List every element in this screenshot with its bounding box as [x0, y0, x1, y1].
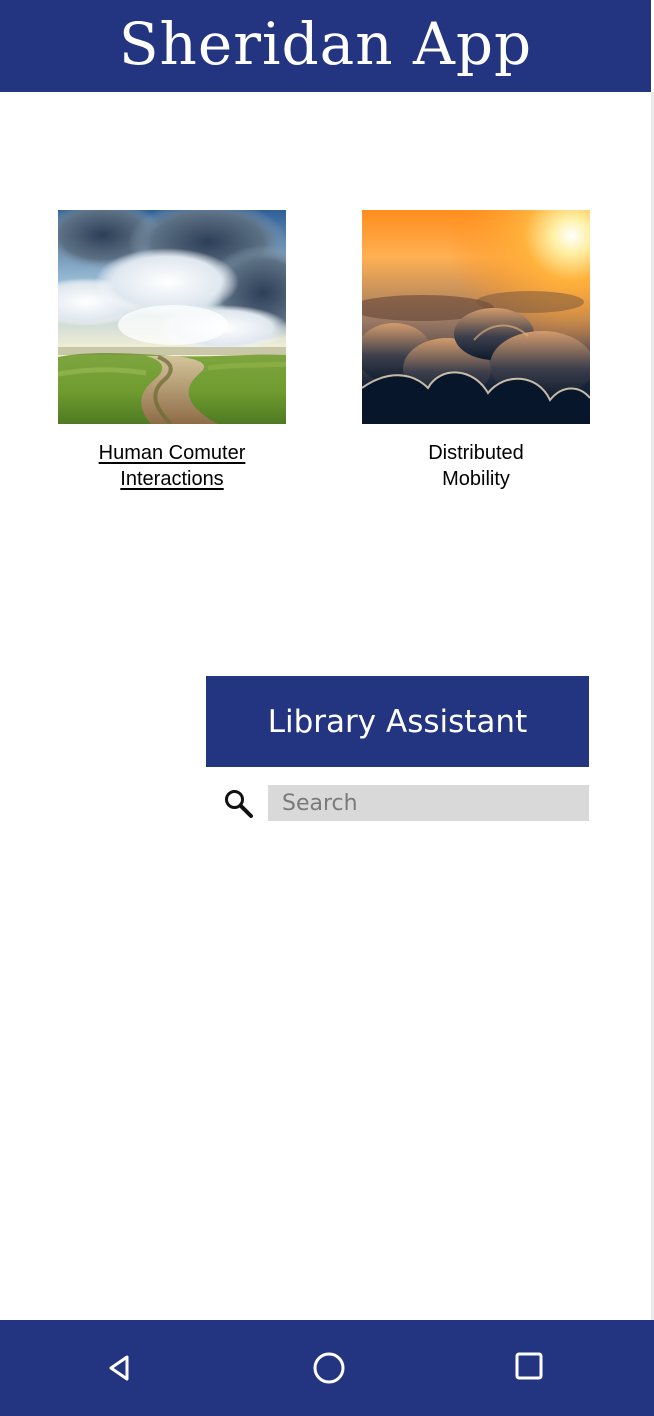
- back-nav-button[interactable]: [91, 1342, 147, 1394]
- course-label-human-computer-interactions[interactable]: Human Comuter Interactions: [58, 440, 286, 492]
- course-label-distributed-mobility[interactable]: Distributed Mobility: [362, 440, 590, 492]
- course-image-sunset-clouds[interactable]: [362, 210, 590, 424]
- course-card-distributed-mobility[interactable]: Distributed Mobility: [362, 210, 590, 492]
- course-label-line-2: Interactions: [120, 468, 224, 490]
- course-image-country-road[interactable]: [58, 210, 286, 424]
- home-nav-button[interactable]: [301, 1342, 357, 1394]
- search-icon[interactable]: [222, 785, 254, 821]
- library-search-input[interactable]: [268, 785, 589, 821]
- recent-apps-square-icon: [515, 1352, 543, 1380]
- course-label-line-2: Mobility: [442, 468, 510, 490]
- library-search-row: [222, 785, 589, 821]
- library-assistant-button[interactable]: Library Assistant: [206, 676, 589, 767]
- course-card-human-computer-interactions[interactable]: Human Comuter Interactions: [58, 210, 286, 492]
- sunset-above-clouds-photo: [362, 210, 590, 424]
- back-triangle-icon: [109, 1355, 129, 1381]
- app-header: Sheridan App: [0, 0, 651, 92]
- android-navigation-bar: [0, 1320, 654, 1416]
- search-icon-graphic: [225, 790, 253, 818]
- course-label-line-1: Human Comuter: [98, 442, 246, 464]
- country-road-sky-photo: [58, 210, 286, 424]
- recent-apps-nav-button[interactable]: [501, 1342, 557, 1394]
- app-title: Sheridan App: [118, 10, 533, 78]
- home-circle-icon: [313, 1352, 345, 1384]
- course-label-line-1: Distributed: [428, 442, 524, 464]
